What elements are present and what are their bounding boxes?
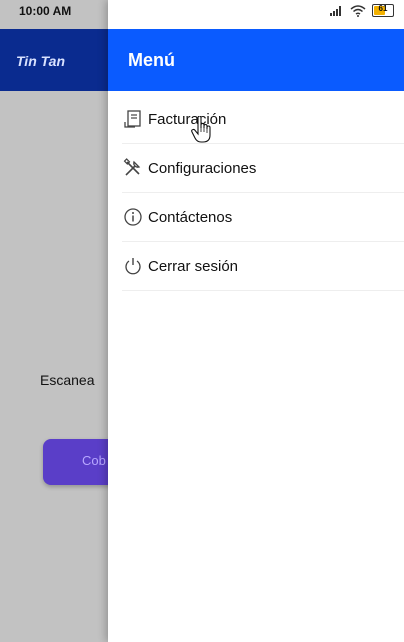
menu-item-cerrar-sesion[interactable]: Cerrar sesión bbox=[122, 242, 404, 291]
battery-icon: 61 bbox=[372, 4, 394, 17]
status-time: 10:00 AM bbox=[19, 4, 72, 18]
menu-item-facturacion[interactable]: Facturación bbox=[122, 95, 404, 144]
menu-list: Facturación Configuraciones Contáctenos … bbox=[122, 95, 404, 291]
signal-icon bbox=[330, 5, 341, 16]
menu-item-label: Configuraciones bbox=[148, 159, 257, 177]
tools-icon bbox=[122, 157, 144, 179]
hand-cursor-icon bbox=[191, 116, 211, 143]
wifi-icon bbox=[350, 4, 366, 17]
menu-item-label: Contáctenos bbox=[148, 208, 233, 226]
scan-instruction-text: Escanea bbox=[40, 372, 95, 388]
cobrar-button-label: Cob bbox=[82, 453, 106, 468]
menu-item-contactenos[interactable]: Contáctenos bbox=[122, 193, 404, 242]
menu-item-label: Cerrar sesión bbox=[148, 257, 239, 275]
menu-item-configuraciones[interactable]: Configuraciones bbox=[122, 144, 404, 193]
navigation-drawer: 61 Menú Facturación Configuraciones Cont… bbox=[108, 0, 404, 642]
power-icon bbox=[122, 255, 144, 277]
menu-item-label: Facturación bbox=[148, 110, 227, 128]
info-icon bbox=[122, 206, 144, 228]
drawer-title: Menú bbox=[128, 50, 175, 70]
status-icons: 61 bbox=[330, 4, 394, 17]
status-bar: 61 bbox=[108, 0, 404, 29]
battery-percent: 61 bbox=[378, 4, 388, 13]
app-title: Tin Tan bbox=[16, 53, 65, 69]
invoice-icon bbox=[122, 108, 144, 130]
drawer-header: Menú bbox=[108, 29, 404, 91]
